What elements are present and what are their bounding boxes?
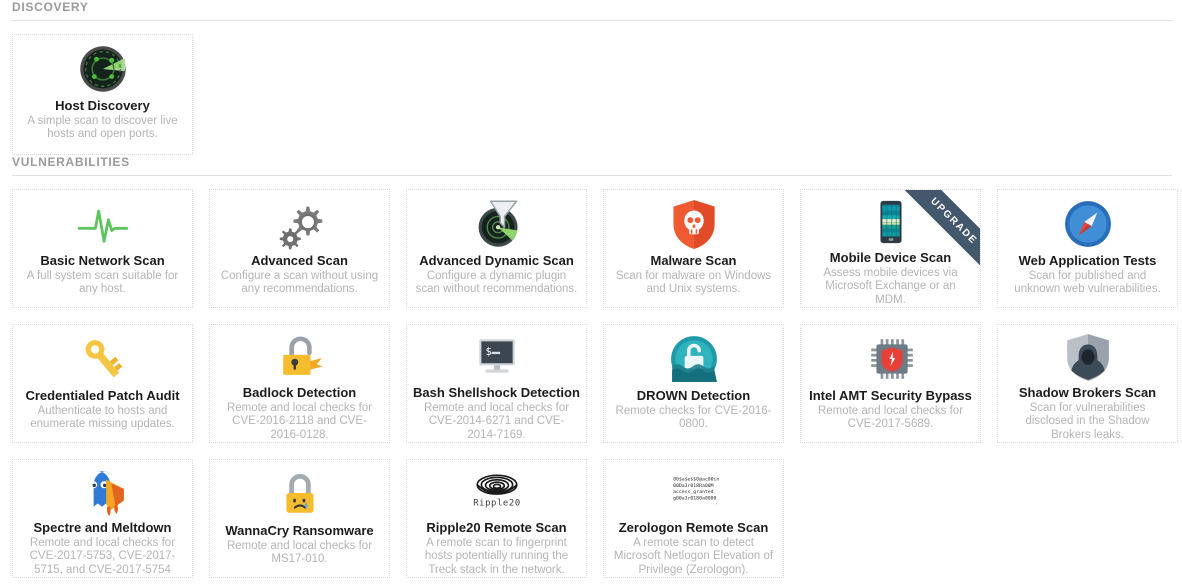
terminal-monitor-icon: $ xyxy=(472,331,522,384)
card-description: A simple scan to discover live hosts and… xyxy=(27,115,178,141)
card-title: Web Application Tests xyxy=(1018,253,1157,268)
scan-template-card[interactable]: $ Bash Shellshock Detection Remote and loc… xyxy=(406,324,587,443)
cpu-chip-shield-icon xyxy=(866,331,916,387)
scan-template-card[interactable]: Badlock Detection Remote and local checks… xyxy=(209,324,390,443)
key-icon xyxy=(78,331,128,387)
svg-text:g00a3r0180a0000: g00a3r0180a0000 xyxy=(673,496,716,502)
card-title: Spectre and Meltdown xyxy=(33,519,172,535)
ripple20-waves-icon: Ripple20 xyxy=(472,466,522,519)
scan-template-card[interactable]: Credentialed Patch Audit Authenticate to … xyxy=(12,324,193,443)
svg-text:access_granted: access_granted xyxy=(673,489,713,495)
card-title: Ripple20 Remote Scan xyxy=(426,519,567,535)
scan-template-card[interactable]: Advanced Dynamic Scan Configure a dynamic… xyxy=(406,189,587,308)
scan-template-card[interactable]: Intel AMT Security Bypass Remote and loca… xyxy=(800,324,981,443)
card-title: DROWN Detection xyxy=(636,388,751,403)
scan-template-card[interactable]: Shadow Brokers Scan Scan for vulnerabilit… xyxy=(997,324,1178,443)
upgrade-ribbon-label: UPGRADE xyxy=(928,195,980,247)
scan-template-card[interactable]: -- ---------- 00$a$e$$0@ac00in 00Da3r018Ra… xyxy=(603,459,784,578)
gears-icon xyxy=(274,196,326,252)
card-description: A remote scan to fingerprint hosts poten… xyxy=(424,536,569,576)
drowning-lock-icon xyxy=(669,331,719,387)
scan-template-card[interactable]: Ripple20 Ripple20 Remote Scan A remote sca… xyxy=(406,459,587,578)
svg-text:$: $ xyxy=(485,346,491,358)
card-description: Remote and local checks for CVE-2014-627… xyxy=(423,401,570,441)
zerologon-code-icon: -- ---------- 00$a$e$$0@ac00in 00Da3r018Ra… xyxy=(669,466,719,519)
radar-funnel-icon xyxy=(471,196,523,252)
mobile-phone-icon xyxy=(868,196,914,249)
sections-root: DISCOVERY Host Discovery A simple scan to … xyxy=(0,0,1182,578)
card-title: Credentialed Patch Audit xyxy=(25,388,180,403)
compass-globe-icon xyxy=(1063,196,1113,252)
card-title: Zerologon Remote Scan xyxy=(618,519,769,535)
svg-text:00$a$e$$0@ac00in: 00$a$e$$0@ac00in xyxy=(673,477,719,483)
svg-text:Ripple20: Ripple20 xyxy=(473,499,521,509)
ghost-meltdown-icon xyxy=(78,466,128,519)
section-header-discovery: DISCOVERY xyxy=(12,0,89,14)
card-description: Remote and local checks for CVE-2017-575… xyxy=(29,536,176,576)
template-grid-discovery: Host Discovery A simple scan to discover … xyxy=(0,21,1182,155)
svg-text:--.%: --.% xyxy=(710,502,717,506)
card-title: Shadow Brokers Scan xyxy=(1018,384,1157,400)
card-description: A full system scan suitable for any host… xyxy=(26,270,179,296)
card-description: Scan for published and unknown web vulne… xyxy=(1014,270,1161,296)
template-grid-vulnerabilities: Basic Network Scan A full system scan sui… xyxy=(0,176,1182,578)
card-description: Scan for malware on Windows and Unix sys… xyxy=(615,270,772,296)
card-title: Badlock Detection xyxy=(242,384,357,400)
card-title: Basic Network Scan xyxy=(40,253,165,268)
section-vulnerabilities: VULNERABILITIES Basic Network Scan A full … xyxy=(0,155,1182,578)
card-description: Configure a dynamic plugin scan without … xyxy=(415,270,578,296)
card-title: Mobile Device Scan xyxy=(829,249,952,265)
svg-text:-- ----------: -- ---------- xyxy=(683,471,704,475)
scan-template-card[interactable]: Malware Scan Scan for malware on Windows … xyxy=(603,189,784,308)
card-description: Remote and local checks for MS17-010. xyxy=(226,540,373,566)
scan-template-card[interactable]: Host Discovery A simple scan to discover … xyxy=(12,34,193,155)
card-description: A remote scan to detect Microsoft Netlog… xyxy=(613,536,774,576)
card-description: Remote and local checks for CVE-2016-211… xyxy=(226,401,373,441)
card-title: Intel AMT Security Bypass xyxy=(809,388,972,403)
card-title: Advanced Dynamic Scan xyxy=(419,253,574,268)
card-description: Assess mobile devices via Microsoft Exch… xyxy=(823,266,958,306)
scan-template-card[interactable]: Web Application Tests Scan for published … xyxy=(997,189,1178,308)
svg-text:00Da3r018Ra00M: 00Da3r018Ra00M xyxy=(673,483,713,489)
card-title: Host Discovery xyxy=(55,98,150,113)
section-discovery: DISCOVERY Host Discovery A simple scan to … xyxy=(0,0,1182,155)
card-title: WannaCry Ransomware xyxy=(225,523,374,538)
crying-padlock-icon xyxy=(275,466,325,522)
skull-shield-icon xyxy=(668,196,720,252)
heartbeat-pulse-icon xyxy=(77,196,129,252)
hooded-figure-shield-icon xyxy=(1063,331,1113,384)
card-title: Bash Shellshock Detection xyxy=(413,384,580,400)
section-header-vulnerabilities: VULNERABILITIES xyxy=(12,155,130,169)
broken-padlock-icon xyxy=(275,331,325,384)
scan-template-card[interactable]: Basic Network Scan A full system scan sui… xyxy=(12,189,193,308)
card-description: Authenticate to hosts and enumerate miss… xyxy=(30,405,175,431)
scan-template-card[interactable]: Spectre and Meltdown Remote and local che… xyxy=(12,459,193,578)
card-title: Malware Scan xyxy=(650,253,737,268)
card-description: Scan for vulnerabilities disclosed in th… xyxy=(1025,401,1150,441)
radar-sweep-icon xyxy=(77,41,129,97)
card-description: Configure a scan without using any recom… xyxy=(220,270,379,296)
scan-template-card[interactable]: WannaCry Ransomware Remote and local chec… xyxy=(209,459,390,578)
scan-template-card[interactable]: Advanced Scan Configure a scan without us… xyxy=(209,189,390,308)
scan-template-card[interactable]: Mobile Device Scan Assess mobile devices … xyxy=(800,189,981,308)
scan-template-card[interactable]: DROWN Detection Remote checks for CVE-201… xyxy=(603,324,784,443)
card-description: Remote and local checks for CVE-2017-568… xyxy=(817,405,964,431)
card-title: Advanced Scan xyxy=(251,253,348,268)
scan-template-page: DISCOVERY Host Discovery A simple scan to … xyxy=(0,0,1182,588)
card-description: Remote checks for CVE-2016-0800. xyxy=(615,405,772,431)
